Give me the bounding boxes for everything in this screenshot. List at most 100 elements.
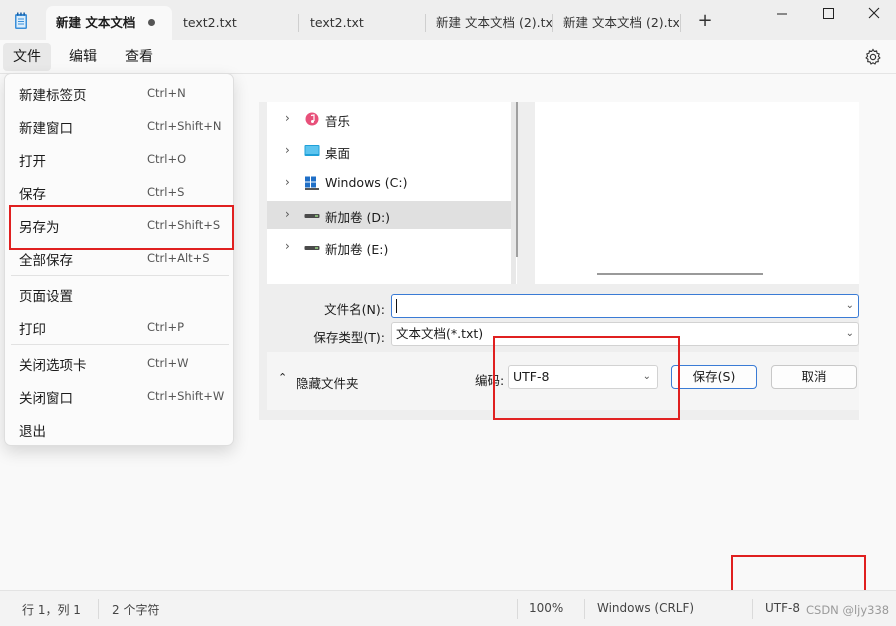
status-divider bbox=[517, 599, 518, 619]
hide-folders-toggle[interactable]: 隐藏文件夹 bbox=[296, 373, 359, 392]
menu-item-label: 全部保存 bbox=[19, 253, 73, 269]
menu-item-page-setup[interactable]: 页面设置 bbox=[5, 277, 233, 309]
menu-bar: 文件 编辑 查看 bbox=[0, 40, 896, 74]
maximize-icon[interactable] bbox=[814, 4, 842, 24]
nav-item-desktop[interactable]: › 桌面 bbox=[267, 137, 513, 165]
menu-item-label: 打印 bbox=[19, 322, 46, 338]
chevron-down-icon[interactable]: ⌄ bbox=[846, 323, 854, 345]
menu-divider bbox=[11, 344, 229, 345]
nav-label: 新加卷 (D:) bbox=[325, 210, 391, 225]
menu-item-label: 退出 bbox=[19, 424, 46, 440]
menu-item-label: 新建窗口 bbox=[19, 121, 73, 137]
encoding-status[interactable]: UTF-8 bbox=[765, 601, 800, 615]
music-icon bbox=[305, 112, 319, 126]
minimize-icon[interactable] bbox=[768, 4, 796, 24]
nav-item-windows-c[interactable]: › Windows (C:) bbox=[267, 169, 513, 197]
nav-item-drive-d[interactable]: › 新加卷 (D:) bbox=[267, 201, 513, 229]
close-icon[interactable] bbox=[860, 4, 888, 24]
annotation-box-save-as bbox=[9, 205, 234, 250]
title-bar: 新建 文本文档 text2.txt text2.txt 新建 文本文档 (2).… bbox=[0, 0, 896, 40]
zoom-level[interactable]: 100% bbox=[529, 601, 563, 615]
menu-item-label: 页面设置 bbox=[19, 289, 73, 305]
cancel-button[interactable]: 取消 bbox=[771, 365, 857, 389]
menu-item-label: 关闭选项卡 bbox=[19, 358, 87, 374]
menu-item-shortcut: Ctrl+W bbox=[147, 356, 189, 370]
gear-icon[interactable] bbox=[864, 48, 882, 66]
unsaved-dot-icon[interactable] bbox=[148, 19, 155, 26]
menu-item-shortcut: Ctrl+P bbox=[147, 320, 185, 334]
tab-divider bbox=[680, 14, 681, 32]
desktop-icon bbox=[304, 145, 320, 156]
menu-item-save[interactable]: 保存 Ctrl+S bbox=[5, 175, 233, 207]
annotation-box-encoding bbox=[493, 336, 680, 420]
menu-item-print[interactable]: 打印 Ctrl+P bbox=[5, 310, 233, 342]
nav-scrollbar-thumb[interactable] bbox=[516, 102, 518, 257]
navigation-pane: › 音乐 › 桌面 › Windows (C:) › 新加卷 (D:) › 新加… bbox=[267, 102, 517, 284]
nav-label: 桌面 bbox=[325, 146, 351, 161]
status-divider bbox=[98, 599, 99, 619]
menu-item-shortcut: Ctrl+O bbox=[147, 152, 187, 166]
filetype-label: 保存类型(T): bbox=[313, 330, 385, 345]
chevron-right-icon[interactable]: › bbox=[285, 207, 295, 221]
tab-label: 新建 文本文档 (2).txt bbox=[436, 15, 552, 30]
drive-icon bbox=[304, 246, 320, 250]
menu-file[interactable]: 文件 bbox=[3, 43, 51, 71]
filename-input[interactable]: ⌄ bbox=[391, 294, 859, 318]
file-menu-dropdown: 新建标签页 Ctrl+N 新建窗口 Ctrl+Shift+N 打开 Ctrl+O… bbox=[4, 73, 234, 446]
line-ending[interactable]: Windows (CRLF) bbox=[597, 601, 694, 615]
nav-label: Windows (C:) bbox=[325, 175, 408, 190]
menu-item-shortcut: Ctrl+Shift+N bbox=[147, 119, 222, 133]
menu-item-shortcut: Ctrl+Alt+S bbox=[147, 251, 210, 265]
menu-item-label: 关闭窗口 bbox=[19, 391, 73, 407]
menu-view[interactable]: 查看 bbox=[115, 40, 163, 74]
menu-item-shortcut: Ctrl+Shift+W bbox=[147, 389, 225, 403]
menu-item-close-tab[interactable]: 关闭选项卡 Ctrl+W bbox=[5, 346, 233, 378]
status-divider bbox=[584, 599, 585, 619]
chevron-right-icon[interactable]: › bbox=[285, 239, 295, 253]
chevron-right-icon[interactable]: › bbox=[285, 143, 295, 157]
status-divider bbox=[752, 599, 753, 619]
file-list-pane[interactable] bbox=[535, 102, 859, 284]
menu-item-shortcut: Ctrl+S bbox=[147, 185, 185, 199]
tab-text2-b[interactable]: text2.txt bbox=[300, 6, 424, 40]
menu-item-label: 保存 bbox=[19, 187, 46, 203]
menu-edit[interactable]: 编辑 bbox=[59, 40, 107, 74]
tab-label: 新建 文本文档 (2).txt bbox=[563, 15, 679, 30]
menu-item-close-window[interactable]: 关闭窗口 Ctrl+Shift+W bbox=[5, 379, 233, 411]
tab-new-doc-2a[interactable]: 新建 文本文档 (2).txt bbox=[426, 6, 552, 40]
text-cursor bbox=[396, 299, 397, 313]
chevron-right-icon[interactable]: › bbox=[285, 111, 295, 125]
nav-label: 音乐 bbox=[325, 114, 351, 129]
tab-label: text2.txt bbox=[183, 15, 237, 30]
new-tab-button[interactable]: + bbox=[696, 12, 714, 30]
nav-item-music[interactable]: › 音乐 bbox=[267, 105, 513, 133]
status-bar: 行 1，列 1 2 个字符 100% Windows (CRLF) UTF-8 bbox=[0, 590, 896, 626]
nav-item-drive-e[interactable]: › 新加卷 (E:) bbox=[267, 233, 513, 261]
char-count: 2 个字符 bbox=[112, 603, 160, 617]
tab-label: text2.txt bbox=[310, 15, 364, 30]
menu-item-new-window[interactable]: 新建窗口 Ctrl+Shift+N bbox=[5, 109, 233, 141]
menu-item-shortcut: Ctrl+N bbox=[147, 86, 186, 100]
tab-divider bbox=[298, 14, 299, 32]
chevron-right-icon[interactable]: › bbox=[285, 175, 295, 189]
menu-divider bbox=[11, 275, 229, 276]
menu-item-new-tab[interactable]: 新建标签页 Ctrl+N bbox=[5, 76, 233, 108]
notepad-app-icon bbox=[15, 12, 27, 29]
cursor-position: 行 1，列 1 bbox=[22, 603, 81, 617]
chevron-down-icon[interactable]: ⌄ bbox=[846, 295, 854, 317]
save-button[interactable]: 保存(S) bbox=[671, 365, 757, 389]
windows-icon bbox=[305, 176, 319, 190]
chevron-up-icon[interactable]: ⌃ bbox=[278, 371, 287, 384]
menu-item-label: 打开 bbox=[19, 154, 46, 170]
menu-item-exit[interactable]: 退出 bbox=[5, 412, 233, 444]
filename-label: 文件名(N): bbox=[324, 302, 385, 317]
watermark: CSDN @ljy338 bbox=[806, 603, 890, 617]
filetype-value: 文本文档(*.txt) bbox=[396, 326, 484, 341]
menu-item-open[interactable]: 打开 Ctrl+O bbox=[5, 142, 233, 174]
tab-text2-a[interactable]: text2.txt bbox=[173, 6, 297, 40]
tab-label: 新建 文本文档 bbox=[56, 15, 136, 30]
nav-label: 新加卷 (E:) bbox=[325, 242, 389, 257]
file-list-scrollbar-thumb[interactable] bbox=[597, 273, 763, 275]
tab-new-doc-2b[interactable]: 新建 文本文档 (2).txt bbox=[553, 6, 679, 40]
drive-icon bbox=[304, 214, 320, 218]
